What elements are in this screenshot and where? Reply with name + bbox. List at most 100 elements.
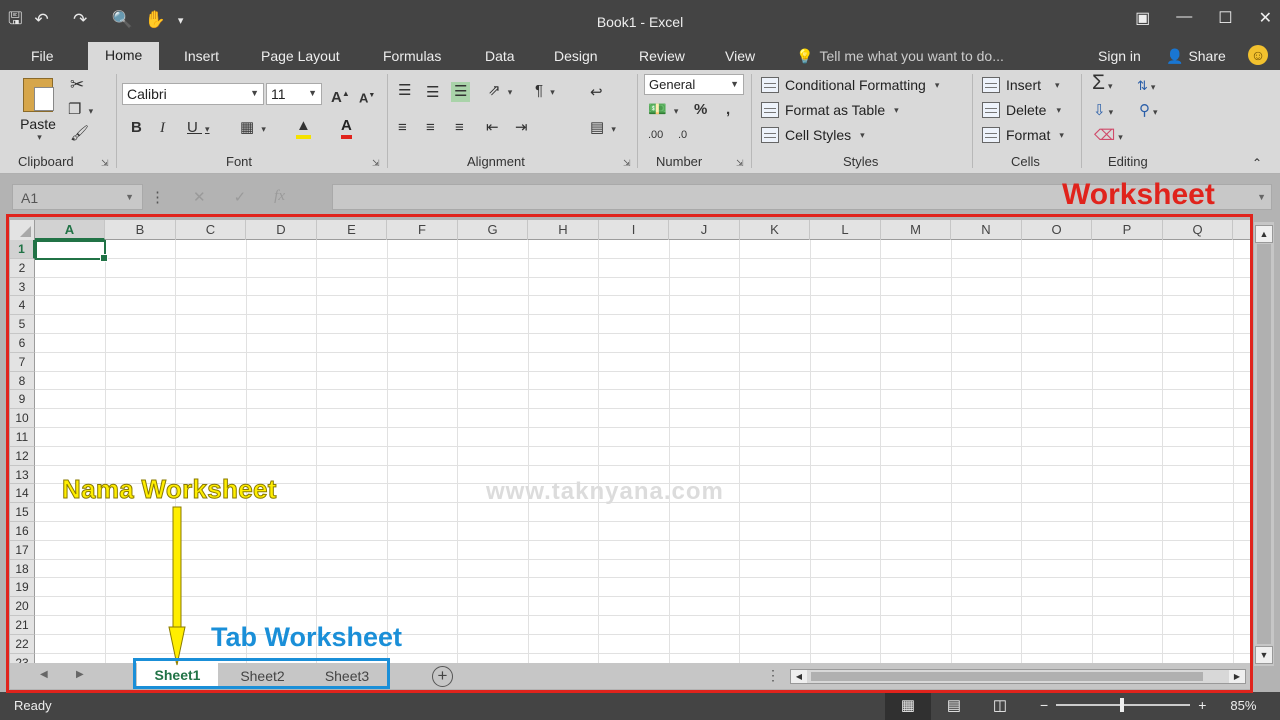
percent-style-icon[interactable]: % [694, 101, 707, 119]
zoom-slider-knob[interactable] [1120, 698, 1125, 712]
horizontal-scrollbar[interactable]: ◀ ▶ [790, 669, 1246, 684]
tab-formulas[interactable]: Formulas [383, 48, 441, 64]
row-header-17[interactable]: 17 [10, 540, 35, 560]
sort-filter-icon[interactable]: ⇅ ▾ [1137, 77, 1155, 96]
tab-design[interactable]: Design [554, 48, 598, 64]
row-header-11[interactable]: 11 [10, 428, 35, 447]
row-header-19[interactable]: 19 [10, 578, 35, 598]
conditional-formatting-button[interactable]: Conditional Formatting ▾ [761, 77, 939, 93]
decrease-indent-icon[interactable]: ⇤ [486, 119, 499, 137]
align-center-icon[interactable]: ≡ [426, 119, 435, 137]
column-header-j[interactable]: J [670, 220, 740, 240]
align-left-icon[interactable]: ≡ [398, 119, 407, 137]
scroll-thumb[interactable] [811, 672, 1203, 681]
increase-font-icon[interactable]: A▲ [331, 85, 350, 107]
copy-icon[interactable]: ❐ ▾ [68, 101, 93, 120]
italic-icon[interactable]: I [160, 119, 165, 137]
sign-in-link[interactable]: Sign in [1098, 48, 1141, 64]
ribbon-display-icon[interactable]: ▣ [1135, 8, 1150, 28]
page-break-view-icon[interactable]: ◫ [977, 692, 1023, 720]
maximize-icon[interactable]: ☐ [1218, 8, 1232, 28]
wrap-text-icon[interactable]: ↩ [590, 84, 603, 102]
cell-styles-button[interactable]: Cell Styles ▾ [761, 127, 865, 143]
row-header-23[interactable]: 23 [10, 653, 35, 663]
row-header-18[interactable]: 18 [10, 559, 35, 579]
enter-icon[interactable]: ✓ [234, 188, 247, 206]
row-header-15[interactable]: 15 [10, 503, 35, 522]
autosum-icon[interactable]: Σ ▾ [1092, 72, 1113, 95]
fill-color-icon[interactable]: ▲ [296, 117, 311, 139]
row-header-20[interactable]: 20 [10, 597, 35, 616]
align-right-icon[interactable]: ≡ [455, 119, 464, 137]
scroll-up-icon[interactable]: ▲ [1255, 225, 1273, 243]
column-header-k[interactable]: K [740, 220, 810, 240]
align-middle-icon[interactable]: ☰ [426, 84, 439, 102]
select-all-button[interactable] [10, 220, 35, 240]
find-select-icon[interactable]: ⚲ ▾ [1139, 102, 1158, 121]
format-as-table-button[interactable]: Format as Table ▾ [761, 102, 899, 118]
fill-icon[interactable]: ⇩ ▾ [1093, 102, 1113, 121]
scroll-right-icon[interactable]: ▶ [1229, 670, 1245, 683]
tab-data[interactable]: Data [485, 48, 515, 64]
tab-insert[interactable]: Insert [184, 48, 219, 64]
dialog-launcher-icon[interactable]: ⇲ [101, 158, 109, 169]
row-header-4[interactable]: 4 [10, 296, 35, 316]
column-header-q[interactable]: Q [1163, 220, 1233, 240]
underline-icon[interactable]: U ▾ [187, 119, 210, 138]
row-header-5[interactable]: 5 [10, 315, 35, 334]
row-header-13[interactable]: 13 [10, 465, 35, 485]
format-cells-button[interactable]: Format ▾ [982, 127, 1064, 143]
column-header-o[interactable]: O [1022, 220, 1092, 240]
row-header-12[interactable]: 12 [10, 446, 35, 466]
vertical-scrollbar[interactable]: ▲ ▼ [1254, 222, 1274, 666]
decrease-font-icon[interactable]: A▼ [359, 87, 375, 107]
insert-function-icon[interactable]: fx [274, 188, 285, 206]
clear-icon[interactable]: ⌫ ▾ [1094, 127, 1123, 146]
increase-decimal-icon[interactable]: .00 [648, 126, 663, 144]
close-icon[interactable]: ✕ [1259, 8, 1272, 28]
tab-view[interactable]: View [725, 48, 755, 64]
normal-view-icon[interactable]: ▦ [885, 692, 931, 720]
row-header-7[interactable]: 7 [10, 352, 35, 372]
tab-review[interactable]: Review [639, 48, 685, 64]
scroll-thumb[interactable] [1257, 244, 1271, 644]
comma-style-icon[interactable]: , [726, 101, 730, 119]
dialog-launcher-icon[interactable]: ⇲ [623, 158, 631, 169]
zoom-slider[interactable] [1056, 698, 1191, 712]
column-header-e[interactable]: E [317, 220, 387, 240]
orientation-icon[interactable]: ⇗ ▾ [488, 82, 512, 101]
borders-icon[interactable]: ▦ ▾ [240, 119, 266, 138]
decrease-decimal-icon[interactable]: .0 [678, 126, 687, 144]
row-header-9[interactable]: 9 [10, 390, 35, 410]
row-header-3[interactable]: 3 [10, 277, 35, 297]
dialog-launcher-icon[interactable]: ⇲ [736, 158, 744, 169]
merge-center-icon[interactable]: ▤ ▾ [590, 119, 616, 138]
row-header-6[interactable]: 6 [10, 334, 35, 353]
align-bottom-icon[interactable]: ☰ [451, 82, 471, 102]
tab-page-layout[interactable]: Page Layout [261, 48, 340, 64]
row-header-2[interactable]: 2 [10, 258, 35, 278]
column-header-p[interactable]: P [1093, 220, 1163, 240]
column-header-i[interactable]: I [599, 220, 669, 240]
tell-me-box[interactable]: 💡 Tell me what you want to do... [796, 48, 1004, 65]
column-header-m[interactable]: M [881, 220, 951, 240]
zoom-level[interactable]: 85% [1230, 698, 1256, 713]
increase-indent-icon[interactable]: ⇥ [515, 119, 528, 137]
column-header-l[interactable]: L [811, 220, 881, 240]
paste-button[interactable]: Paste ▾ [16, 78, 60, 148]
delete-cells-button[interactable]: Delete ▾ [982, 102, 1061, 118]
font-size-select[interactable]: 11 ▼ [266, 83, 322, 105]
tab-home[interactable]: Home [88, 42, 160, 70]
sheet-tab-sheet3[interactable]: Sheet3 [306, 663, 388, 689]
scroll-down-icon[interactable]: ▼ [1255, 646, 1273, 664]
worksheet-grid[interactable]: ABCDEFGHIJKLMNOPQ 1 2 3 4 5 6 7 8 9 10 11 12 13 14 15 1… [10, 220, 1250, 663]
row-header-22[interactable]: 22 [10, 634, 35, 654]
row-header-14[interactable]: 14 [10, 484, 35, 504]
more-icon[interactable]: ⋮ [766, 667, 780, 684]
column-header-n[interactable]: N [952, 220, 1022, 240]
tab-file[interactable]: File [31, 48, 54, 64]
active-cell-a1[interactable] [35, 240, 108, 262]
cut-icon[interactable]: ✂ [70, 76, 84, 94]
prev-sheet-icon[interactable]: ◀ [40, 669, 48, 680]
rtl-icon[interactable]: ¶ ▾ [535, 82, 555, 101]
